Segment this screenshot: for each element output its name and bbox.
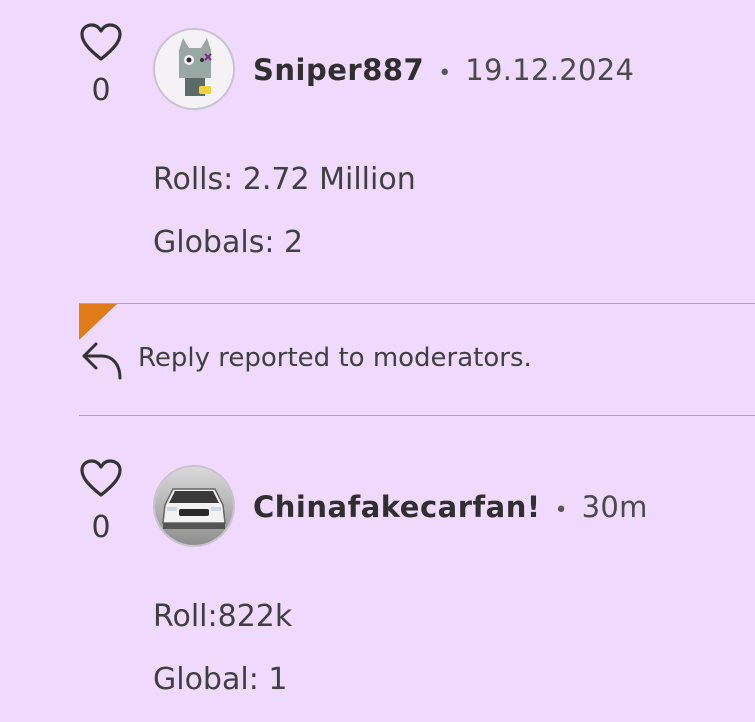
comment-text-line: Rolls: 2.72 Million bbox=[153, 162, 416, 197]
comment-header: Sniper887 • 19.12.2024 bbox=[253, 52, 634, 92]
comment-header: Chinafakecarfan! • 30m bbox=[253, 489, 648, 529]
comment-text-line: Roll:822k bbox=[153, 599, 293, 634]
timestamp: 30m bbox=[581, 490, 648, 524]
separator-dot: • bbox=[554, 498, 568, 523]
avatar[interactable] bbox=[153, 465, 235, 547]
comment-text-line: Globals: 2 bbox=[153, 225, 304, 260]
report-notice-text: Reply reported to moderators. bbox=[138, 343, 532, 373]
reply-arrow-icon bbox=[80, 338, 124, 386]
heart-icon[interactable] bbox=[79, 22, 123, 62]
separator-dot: • bbox=[438, 61, 452, 86]
username[interactable]: Chinafakecarfan! bbox=[253, 489, 541, 525]
heart-icon[interactable] bbox=[79, 458, 123, 498]
like-count: 0 bbox=[91, 510, 111, 545]
username[interactable]: Sniper887 bbox=[253, 52, 424, 88]
comment-text-line: Global: 1 bbox=[153, 662, 288, 697]
like-count: 0 bbox=[91, 73, 111, 108]
divider bbox=[79, 303, 755, 304]
avatar[interactable] bbox=[153, 28, 235, 110]
divider bbox=[79, 415, 755, 416]
report-flag bbox=[79, 304, 117, 340]
timestamp: 19.12.2024 bbox=[465, 53, 635, 87]
